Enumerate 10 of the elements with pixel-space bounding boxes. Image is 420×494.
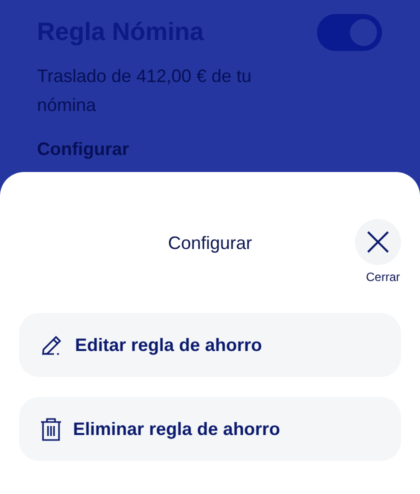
action-item[interactable]: Editar regla de ahorro [19, 313, 401, 377]
trash-icon [40, 417, 62, 441]
action-item[interactable]: Eliminar regla de ahorro [19, 397, 401, 461]
pencil-icon [40, 333, 64, 357]
toggle-switch[interactable] [317, 14, 382, 52]
card-description: Traslado de 412,00 € de tu nómina [37, 64, 252, 116]
close-button[interactable] [355, 219, 401, 265]
sheet-title: Configurar [168, 232, 252, 255]
close-label: Cerrar [366, 269, 400, 286]
close-icon [366, 230, 390, 254]
